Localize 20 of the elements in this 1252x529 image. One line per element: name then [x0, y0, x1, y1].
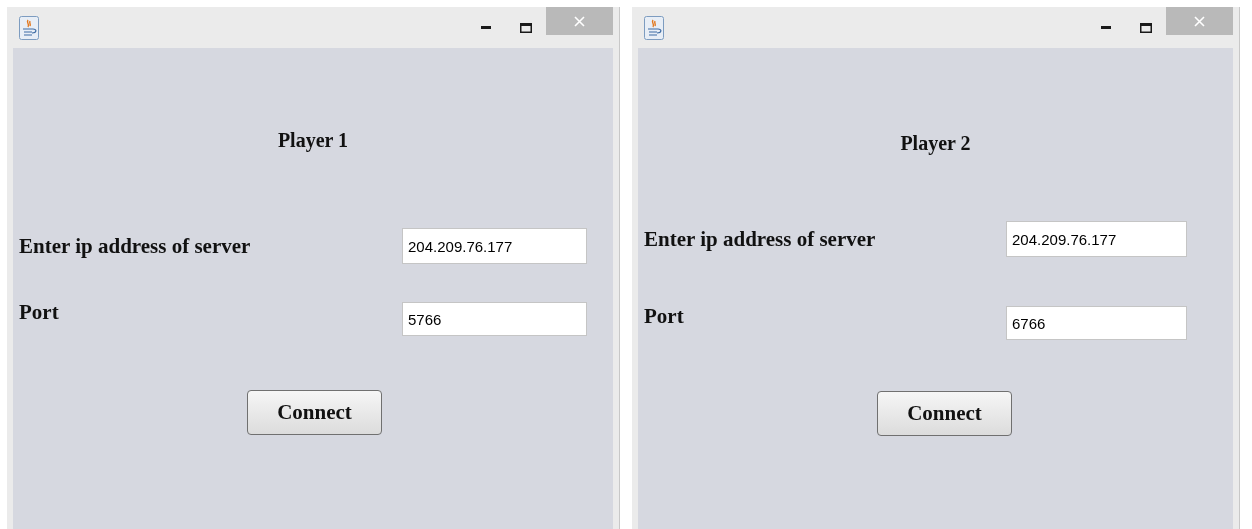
ip-address-field[interactable]: 204.209.76.177: [402, 228, 587, 264]
player-heading: Player 1: [277, 130, 349, 152]
maximize-icon: [520, 22, 532, 33]
minimize-icon: [1101, 26, 1111, 29]
java-cup-icon: [19, 15, 39, 40]
close-icon: [1194, 15, 1205, 27]
maximize-icon: [1140, 22, 1152, 33]
java-cup-icon: [644, 15, 664, 40]
ip-label: Enter ip address of server: [644, 228, 876, 250]
port-label: Port: [19, 302, 59, 323]
minimize-icon: [481, 26, 491, 29]
ip-address-field[interactable]: 204.209.76.177: [1006, 221, 1187, 257]
connect-button[interactable]: Connect: [877, 391, 1012, 436]
port-label: Port: [644, 306, 684, 327]
port-field[interactable]: 5766: [402, 302, 587, 336]
player-heading: Player 2: [900, 133, 971, 155]
close-icon: [574, 15, 585, 27]
connect-button[interactable]: Connect: [247, 390, 382, 435]
ip-label: Enter ip address of server: [19, 235, 251, 257]
port-field[interactable]: 6766: [1006, 306, 1187, 340]
